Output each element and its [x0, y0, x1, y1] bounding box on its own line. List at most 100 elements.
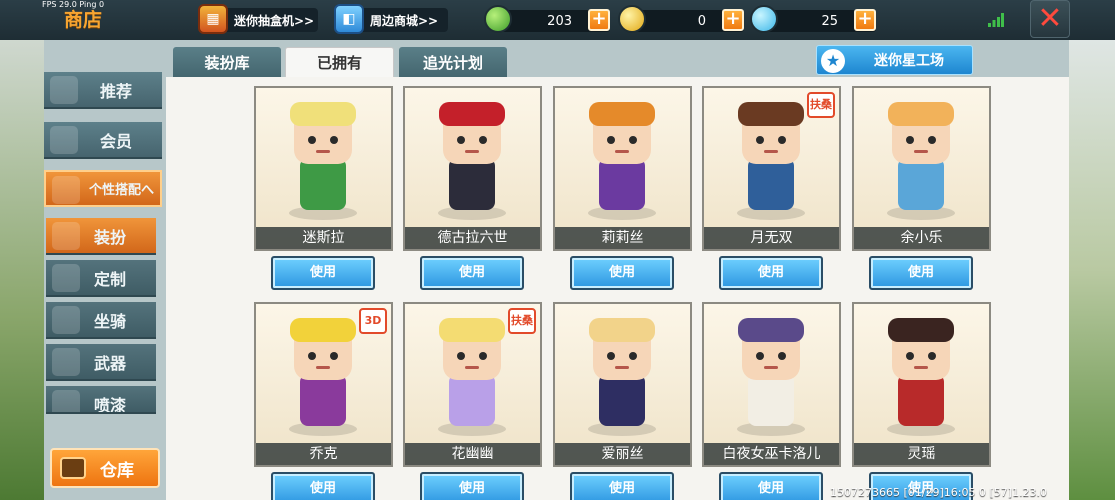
- use-button[interactable]: 使用: [869, 256, 973, 290]
- skin-tag-badge: 3D: [359, 308, 387, 334]
- warehouse-label: 仓库: [100, 460, 134, 481]
- thumbs-up-icon: [50, 76, 78, 104]
- gacha-box-icon: ▦: [198, 4, 228, 34]
- skin-card[interactable]: 乔克 3D: [254, 302, 393, 467]
- user-id: 1507273665: [830, 486, 900, 499]
- skin-name: 白夜女巫卡洛儿: [704, 443, 839, 465]
- skin-name: 德古拉六世: [405, 227, 540, 249]
- merch-mall-button[interactable]: ◧ 周边商城>>: [334, 4, 448, 34]
- star-icon: ★: [821, 49, 845, 73]
- skin-card[interactable]: 爱丽丝: [553, 302, 692, 467]
- sidebar-group-personal-style[interactable]: 个性搭配へ: [44, 170, 162, 207]
- character-portrait: [588, 318, 656, 436]
- skin-card[interactable]: 余小乐: [852, 86, 991, 251]
- skin-card[interactable]: 德古拉六世: [403, 86, 542, 251]
- skin-name: 余小乐: [854, 227, 989, 249]
- sidebar-item-label: 武器: [93, 353, 126, 373]
- gun-icon: [52, 348, 80, 376]
- currency-value: 0: [697, 13, 706, 29]
- skin-card[interactable]: 灵瑶: [852, 302, 991, 467]
- star-workshop-button[interactable]: ★ 迷你星工场: [816, 45, 973, 75]
- owned-skins-grid: 迷斯拉 使用 德古拉六世 使用 莉莉丝 使用 月无双 扶桑 使用 余小乐 使用 乔克 3D 使用 花幽幽 扶桑…: [166, 77, 1069, 500]
- vip-icon: [50, 126, 78, 154]
- currency-mini-coin: 25 +: [750, 5, 876, 33]
- brush-icon: [52, 264, 80, 292]
- use-button[interactable]: 使用: [271, 472, 375, 500]
- skin-card[interactable]: 迷斯拉: [254, 86, 393, 251]
- mount-icon: [52, 306, 80, 334]
- sidebar-item-custom[interactable]: 定制: [46, 260, 156, 297]
- add-coin-button[interactable]: +: [722, 9, 744, 31]
- sidebar-item-weapon[interactable]: 武器: [46, 344, 156, 381]
- spray-icon: [52, 390, 80, 412]
- sidebar-item-label: 推荐: [99, 81, 132, 101]
- currency-value: 203: [547, 13, 572, 29]
- trophy-icon: [52, 176, 80, 204]
- add-gem-button[interactable]: +: [588, 9, 610, 31]
- use-button[interactable]: 使用: [719, 472, 823, 500]
- sidebar-item-recommend[interactable]: 推荐: [44, 72, 162, 109]
- warehouse-button[interactable]: 仓库: [50, 448, 160, 488]
- sidebar-item-vip[interactable]: 会员: [44, 122, 162, 159]
- tab-light-plan[interactable]: 追光计划: [399, 47, 507, 77]
- skin-name: 迷斯拉: [256, 227, 391, 249]
- star-workshop-label: 迷你星工场: [874, 53, 944, 69]
- use-button[interactable]: 使用: [570, 472, 674, 500]
- character-portrait: [588, 102, 656, 220]
- gold-coin-icon: [618, 5, 646, 33]
- close-button[interactable]: ✕: [1030, 0, 1070, 38]
- character-portrait: [887, 318, 955, 436]
- skin-card[interactable]: 月无双 扶桑: [702, 86, 841, 251]
- tab-owned[interactable]: 已拥有: [285, 47, 394, 77]
- background-left: [0, 40, 44, 500]
- add-mini-coin-button[interactable]: +: [854, 9, 876, 31]
- character-portrait: [887, 102, 955, 220]
- sidebar-item-label: 喷漆: [93, 396, 126, 414]
- sidebar-item-label: 个性搭配へ: [88, 183, 154, 198]
- skin-tag-badge: 扶桑: [807, 92, 835, 118]
- use-button[interactable]: 使用: [420, 472, 524, 500]
- timestamp: [01/29]16:05 0: [903, 486, 986, 499]
- sidebar: 推荐 会员 个性搭配へ 装扮 定制 坐骑 武器 喷漆 仓库: [44, 40, 166, 500]
- sidebar-item-spray[interactable]: 喷漆: [46, 386, 156, 414]
- skin-card[interactable]: 白夜女巫卡洛儿: [702, 302, 841, 467]
- version: [57]1.23.0: [989, 486, 1048, 499]
- character-portrait: [737, 318, 805, 436]
- shopping-bag-icon: ◧: [334, 4, 364, 34]
- use-button[interactable]: 使用: [420, 256, 524, 290]
- tab-label: 已拥有: [316, 54, 362, 72]
- sidebar-item-costume[interactable]: 装扮: [46, 218, 156, 255]
- skin-card[interactable]: 莉莉丝: [553, 86, 692, 251]
- skin-name: 灵瑶: [854, 443, 989, 465]
- costume-icon: [52, 222, 80, 250]
- gacha-machine-button[interactable]: ▦ 迷你抽盒机>>: [198, 4, 318, 34]
- main-panel: 装扮库 已拥有 追光计划 ★ 迷你星工场 迷斯拉 使用 德古拉六世 使用 莉莉丝 使用 月无…: [166, 40, 1069, 500]
- currency-green-gem: 203 +: [484, 5, 610, 33]
- shop-title: 商店: [64, 9, 103, 31]
- footer-info: 1507273665 [01/29]16:05 0 [57]1.23.0: [830, 486, 1047, 499]
- sidebar-item-label: 装扮: [93, 227, 126, 247]
- green-gem-icon: [484, 5, 512, 33]
- sidebar-item-label: 会员: [99, 131, 132, 151]
- skin-name: 莉莉丝: [555, 227, 690, 249]
- skin-name: 爱丽丝: [555, 443, 690, 465]
- chest-icon: [60, 457, 86, 479]
- use-button[interactable]: 使用: [271, 256, 375, 290]
- use-button[interactable]: 使用: [570, 256, 674, 290]
- tab-label: 追光计划: [422, 53, 483, 72]
- use-button[interactable]: 使用: [719, 256, 823, 290]
- currency-value: 25: [821, 13, 838, 29]
- currency-gold-coin: 0 +: [618, 5, 744, 33]
- skin-tag-badge: 扶桑: [508, 308, 536, 334]
- skin-card[interactable]: 花幽幽 扶桑: [403, 302, 542, 467]
- tab-label: 装扮库: [204, 53, 250, 72]
- wifi-signal-icon: [988, 13, 1004, 27]
- skin-name: 乔克: [256, 443, 391, 465]
- skin-name: 花幽幽: [405, 443, 540, 465]
- character-portrait: [289, 102, 357, 220]
- tab-costume-library[interactable]: 装扮库: [173, 47, 281, 77]
- mini-coin-icon: [750, 5, 778, 33]
- sidebar-item-mount[interactable]: 坐骑: [46, 302, 156, 339]
- character-portrait: [438, 102, 506, 220]
- skin-name: 月无双: [704, 227, 839, 249]
